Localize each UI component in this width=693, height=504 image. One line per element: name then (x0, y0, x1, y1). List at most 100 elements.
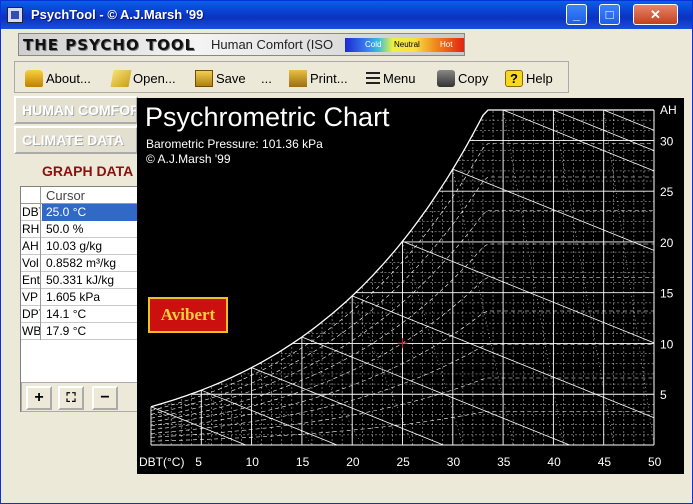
avibert-stamp: Avibert (148, 297, 228, 333)
minimize-button[interactable]: _ (566, 4, 587, 25)
x-tick-label: 25 (397, 455, 411, 469)
cursor-data-grid[interactable]: Cursor DBT 25.0 °C RH 50.0 % AH 10.03 g/… (20, 186, 138, 412)
copy-label: Copy (458, 70, 489, 86)
table-row[interactable]: Enth 50.331 kJ/kg (21, 272, 137, 289)
row-key: Vol (21, 255, 41, 272)
y-tick-label: 25 (660, 185, 674, 199)
app-window: PsychTool - © A.J.Marsh '99 _ □ ✕ THE PS… (0, 0, 693, 504)
table-row[interactable]: RH 50.0 % (21, 221, 137, 238)
comfort-scale: Cold Neutral Hot (345, 38, 464, 52)
table-row[interactable]: AH 10.03 g/kg (21, 238, 137, 255)
banner-logo: THE PSYCHO TOOL (23, 36, 196, 54)
row-value: 14.1 °C (46, 307, 87, 321)
x-tick-label: 30 (447, 455, 461, 469)
graph-data-heading[interactable]: GRAPH DATA (14, 158, 138, 184)
row-value: 1.605 kPa (46, 290, 101, 304)
wet-bulb-line (402, 240, 655, 344)
x-tick-label: 50 (648, 455, 662, 469)
close-button[interactable]: ✕ (633, 4, 678, 25)
y-tick-label: 10 (660, 337, 674, 351)
zoom-in-button[interactable]: + (26, 386, 52, 410)
x-axis-label: DBT(°C) (139, 455, 184, 469)
grid-corner (21, 187, 41, 204)
x-tick-label: 45 (598, 455, 612, 469)
camera-icon (437, 69, 455, 87)
help-icon: ? (505, 69, 523, 87)
menu-icon (366, 72, 380, 84)
volume-line (351, 295, 413, 446)
y-axis-label: AH (660, 103, 677, 117)
zoom-out-button[interactable]: − (92, 386, 118, 410)
row-key: WBT (22, 323, 41, 340)
save-disk-icon (195, 69, 213, 87)
window-title: PsychTool - © A.J.Marsh '99 (31, 7, 204, 22)
table-row[interactable]: VP 1.605 kPa (21, 289, 137, 306)
save-label: Save (216, 70, 246, 86)
row-value: 50.0 % (46, 222, 84, 236)
printer-icon (289, 69, 307, 87)
row-key: DPT (21, 306, 41, 323)
psychrometric-chart[interactable]: DBT(°C) 5 10 15 20 25 30 35 40 45 50 5 10 15 20 25 30 AH … (137, 98, 684, 474)
zoom-toolbar: + ⛶ − (21, 382, 139, 412)
open-label: Open... (133, 70, 176, 86)
toolbar: About... Open... Save ... Print... Menu … (14, 61, 569, 93)
x-tick-label: 20 (346, 455, 360, 469)
table-row[interactable]: WBT 17.9 °C (21, 323, 137, 340)
open-button[interactable]: Open... (110, 69, 176, 87)
maximize-button[interactable]: □ (599, 4, 620, 25)
row-key: VP (21, 289, 41, 306)
more-button[interactable]: ... (261, 69, 272, 87)
banner-subtitle: Human Comfort (ISO (211, 37, 334, 52)
x-tick-label: 35 (497, 455, 511, 469)
title-bar[interactable]: PsychTool - © A.J.Marsh '99 _ □ ✕ (1, 1, 692, 29)
left-panel: HUMAN COMFORT CLIMATE DATA GRAPH DATA Cu… (14, 96, 138, 414)
row-key: AH (21, 238, 41, 255)
row-value: 50.331 kJ/kg (46, 273, 115, 287)
x-tick-label: 40 (547, 455, 561, 469)
menu-button[interactable]: Menu (366, 69, 416, 87)
help-label: Help (526, 70, 553, 86)
about-button[interactable]: About... (25, 69, 91, 87)
scale-neutral-label: Neutral (394, 40, 420, 49)
y-tick-label: 20 (660, 236, 674, 250)
scale-cold-label: Cold (365, 40, 382, 49)
row-value: 0.8582 m³/kg (46, 256, 117, 270)
human-comfort-button[interactable]: HUMAN COMFORT (14, 96, 138, 124)
y-tick-label: 5 (660, 388, 667, 402)
climate-data-button[interactable]: CLIMATE DATA (14, 126, 138, 154)
x-tick-label: 5 (195, 455, 202, 469)
chart-title: Psychrometric Chart (145, 102, 390, 132)
menu-label: Menu (383, 70, 416, 86)
x-tick-label: 15 (296, 455, 310, 469)
row-key: RH (22, 221, 41, 238)
app-icon[interactable] (7, 7, 23, 23)
y-tick-label: 30 (660, 134, 674, 148)
folder-open-icon (110, 69, 132, 87)
print-label: Print... (310, 70, 348, 86)
table-row[interactable]: DPT 14.1 °C (21, 306, 137, 323)
fit-to-window-button[interactable]: ⛶ (58, 386, 84, 410)
grid-header: Cursor (21, 187, 137, 204)
print-button[interactable]: Print... (289, 69, 348, 87)
wet-bulb-line (201, 389, 338, 446)
row-key: DBT (21, 204, 41, 221)
row-key: Enth (22, 272, 41, 289)
help-button[interactable]: ? Help (505, 69, 553, 87)
chart-copyright: © A.J.Marsh '99 (146, 152, 231, 166)
copy-button[interactable]: Copy (437, 69, 488, 87)
scale-hot-label: Hot (440, 40, 453, 49)
table-row[interactable]: Vol 0.8582 m³/kg (21, 255, 137, 272)
person-icon (25, 69, 43, 87)
wet-bulb-line (251, 367, 444, 446)
save-button[interactable]: Save (195, 69, 246, 87)
row-value: 25.0 °C (42, 204, 137, 221)
more-label: ... (261, 70, 272, 86)
row-value: 17.9 °C (46, 324, 87, 338)
row-value: 10.03 g/kg (46, 239, 103, 253)
y-tick-label: 15 (660, 287, 674, 301)
table-row[interactable]: DBT 25.0 °C (21, 204, 137, 221)
banner: THE PSYCHO TOOL Human Comfort (ISO Cold … (18, 33, 465, 56)
grid-column-header: Cursor (46, 188, 86, 203)
x-tick-label: 10 (246, 455, 260, 469)
chart-pressure: Barometric Pressure: 101.36 kPa (146, 137, 323, 151)
